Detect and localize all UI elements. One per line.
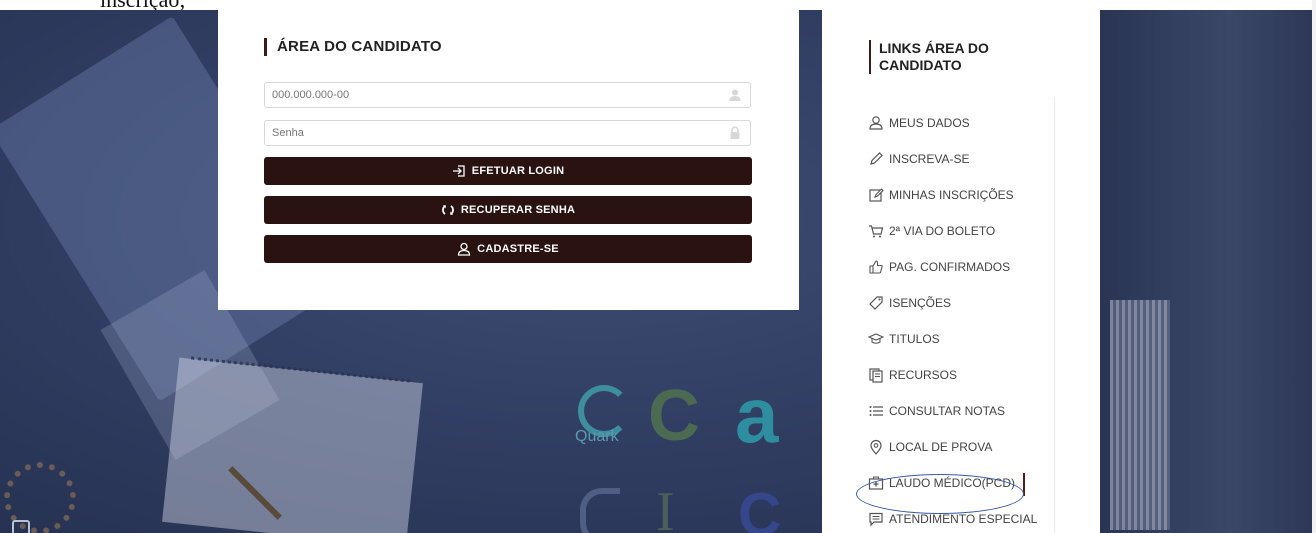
edit-icon	[869, 188, 884, 202]
sidebar-item-isencoes[interactable]: ISENÇÕES	[868, 292, 951, 314]
sidebar-item-label: ISENÇÕES	[889, 296, 952, 310]
user-icon	[458, 242, 471, 256]
sidebar-item-label: RECURSOS	[889, 368, 958, 382]
sidebar-item-meus-dados[interactable]: MEUS DADOS	[868, 112, 970, 134]
list-icon	[869, 406, 883, 416]
background-right-area	[1100, 10, 1316, 533]
background-e-logo	[580, 488, 620, 533]
sidebar-item-pag-confirmados[interactable]: PAG. CONFIRMADOS	[868, 256, 1010, 278]
cart-icon	[869, 225, 884, 238]
sidebar-item-label: INSCREVA-SE	[889, 152, 970, 166]
login-button[interactable]: EFETUAR LOGIN	[264, 157, 752, 185]
graduation-cap-icon	[868, 333, 884, 344]
sidebar-item-segunda-via-boleto[interactable]: 2ª VIA DO BOLETO	[868, 220, 995, 242]
user-icon	[869, 116, 883, 130]
location-pin-icon	[870, 439, 882, 455]
password-input[interactable]	[265, 121, 712, 145]
sidebar-item-label: PAG. CONFIRMADOS	[889, 260, 1011, 274]
sidebar-item-local-de-prova[interactable]: LOCAL DE PROVA	[868, 436, 992, 458]
top-cropped-text: inscrição;	[100, 0, 186, 10]
sidebar-item-label: ATENDIMENTO ESPECIAL	[889, 512, 1038, 526]
cpf-field[interactable]	[264, 82, 751, 108]
recover-password-button-label: RECUPERAR SENHA	[460, 204, 576, 216]
login-button-label: EFETUAR LOGIN	[471, 165, 565, 177]
recover-password-button[interactable]: RECUPERAR SENHA	[264, 196, 752, 224]
sidebar-item-minhas-inscricoes[interactable]: MINHAS INSCRIÇÕES	[868, 184, 1014, 206]
pencil-icon	[870, 152, 883, 165]
sign-in-icon	[452, 165, 465, 177]
sidebar-item-titulos[interactable]: TITULOS	[868, 328, 940, 350]
sidebar-item-label: 2ª VIA DO BOLETO	[889, 224, 996, 238]
password-field[interactable]	[264, 120, 751, 146]
background-c2-logo: C	[738, 481, 782, 533]
register-button-label: CADASTRE-SE	[477, 243, 559, 255]
camera-icon[interactable]	[12, 520, 30, 533]
highlight-annotation-ellipse	[856, 474, 1024, 514]
sidebar-item-label: CONSULTAR NOTAS	[889, 404, 1006, 418]
thumbs-up-icon	[869, 260, 883, 274]
sidebar-item-label: LOCAL DE PROVA	[889, 440, 993, 454]
scrollbar[interactable]	[1312, 0, 1316, 533]
user-icon	[729, 89, 741, 101]
tag-icon	[869, 296, 883, 310]
sidebar-item-label: MINHAS INSCRIÇÕES	[889, 188, 1014, 202]
login-panel-title: ÁREA DO CANDIDATO	[264, 38, 442, 56]
lock-icon	[730, 126, 740, 139]
documents-icon	[869, 368, 883, 383]
background-c-logo: C	[648, 376, 700, 456]
top-strip: inscrição;	[0, 0, 1316, 10]
candidate-links-sidebar: LINKS ÁREA DO CANDIDATO MEUS DADOS INSCR…	[822, 10, 1100, 533]
sidebar-item-consultar-notas[interactable]: CONSULTAR NOTAS	[868, 400, 1005, 422]
background-leaf-logo: I	[656, 481, 675, 533]
background-book	[1110, 300, 1170, 530]
cpf-input[interactable]	[265, 83, 712, 107]
sidebar-item-label: MEUS DADOS	[889, 116, 970, 130]
sidebar-item-label: TITULOS	[889, 332, 940, 346]
sidebar-title: LINKS ÁREA DO CANDIDATO	[869, 40, 1049, 74]
login-panel: ÁREA DO CANDIDATO EFETUAR LOGIN RECUPERA…	[218, 10, 799, 310]
refresh-icon	[442, 205, 454, 215]
background-a-logo: a	[735, 371, 779, 459]
sidebar-links-list: MEUS DADOS INSCREVA-SE MINHAS INSCRIÇÕES…	[822, 98, 1055, 533]
comment-icon	[869, 512, 883, 527]
background-quark-text: Quark	[575, 428, 619, 445]
register-button[interactable]: CADASTRE-SE	[264, 235, 752, 263]
sidebar-item-recursos[interactable]: RECURSOS	[868, 364, 957, 386]
sidebar-item-inscreva-se[interactable]: INSCREVA-SE	[868, 148, 969, 170]
